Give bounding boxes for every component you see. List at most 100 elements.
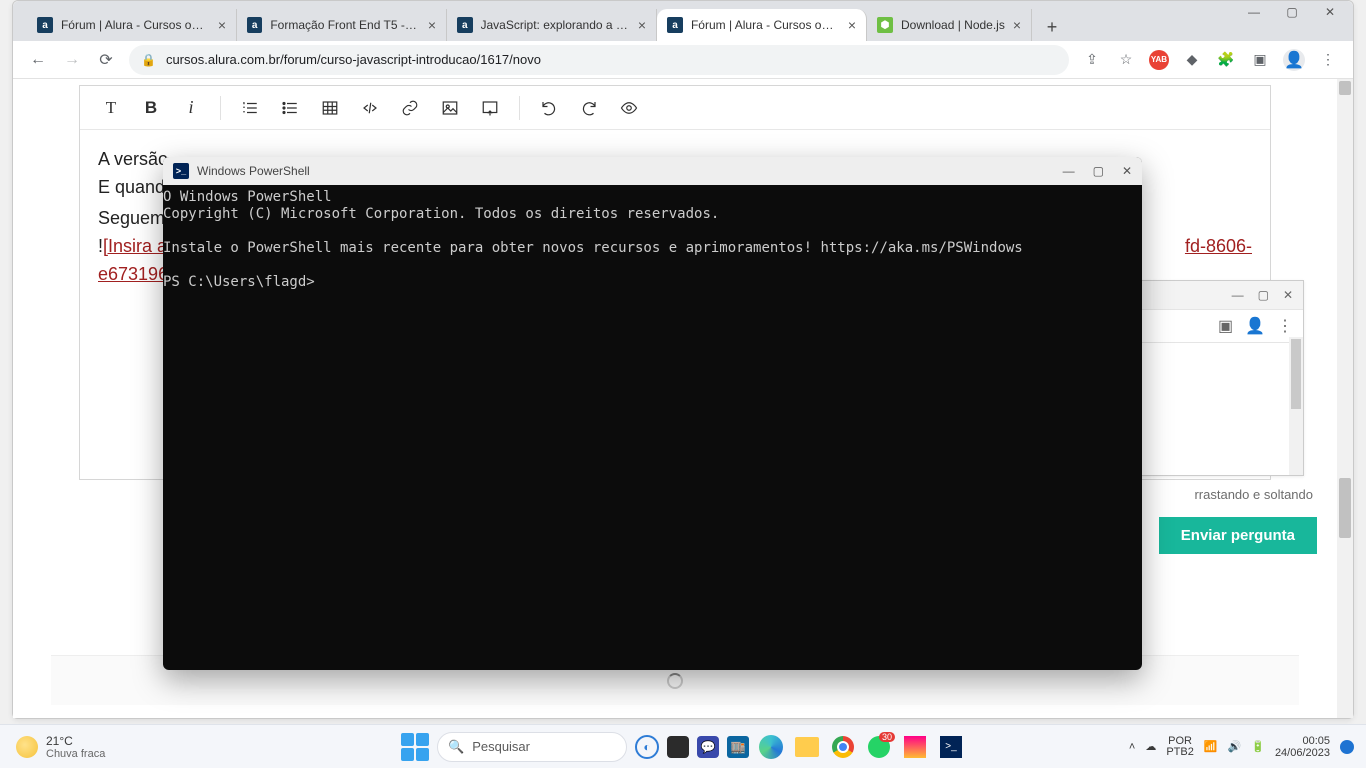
store-icon[interactable]: 🏬 bbox=[727, 736, 749, 758]
url-text: cursos.alura.com.br/forum/curso-javascri… bbox=[166, 52, 541, 67]
clock[interactable]: 00:05 24/06/2023 bbox=[1275, 735, 1330, 759]
bookmark-icon[interactable]: ☆ bbox=[1115, 49, 1137, 71]
link-icon[interactable] bbox=[393, 91, 427, 125]
back-button[interactable]: ← bbox=[21, 43, 55, 77]
ps-minimize-icon[interactable]: — bbox=[1063, 164, 1075, 178]
snipping-tool-icon[interactable] bbox=[901, 733, 929, 761]
inner-sidepanel-icon: ▣ bbox=[1218, 316, 1233, 336]
tab-close-icon[interactable]: × bbox=[218, 17, 226, 33]
copilot-icon[interactable]: ◐ bbox=[635, 735, 659, 759]
tab-alura-forum-active[interactable]: a Fórum | Alura - Cursos onlin × bbox=[657, 9, 867, 41]
preview-eye-icon[interactable] bbox=[612, 91, 646, 125]
window-close-icon[interactable]: ✕ bbox=[1321, 3, 1339, 21]
alura-favicon-icon: a bbox=[37, 17, 53, 33]
forward-button[interactable]: → bbox=[55, 43, 89, 77]
inner-scrollbar bbox=[1289, 337, 1303, 475]
search-placeholder: Pesquisar bbox=[472, 739, 530, 754]
tab-formacao[interactable]: a Formação Front End T5 - ON × bbox=[237, 9, 447, 41]
text-line: A versão bbox=[98, 149, 168, 169]
window-maximize-icon[interactable]: ▢ bbox=[1283, 3, 1301, 21]
profile-avatar-icon[interactable]: 👤 bbox=[1283, 49, 1305, 71]
wifi-icon[interactable]: 📶 bbox=[1204, 740, 1218, 753]
start-button[interactable] bbox=[401, 733, 429, 761]
tab-label: Formação Front End T5 - ON bbox=[270, 18, 419, 32]
weather-widget[interactable]: 21°C Chuva fraca bbox=[0, 734, 105, 760]
volume-icon[interactable]: 🔊 bbox=[1228, 740, 1242, 753]
address-bar: ← → ⟳ 🔒 cursos.alura.com.br/forum/curso-… bbox=[13, 41, 1353, 79]
url-input[interactable]: 🔒 cursos.alura.com.br/forum/curso-javasc… bbox=[129, 45, 1069, 75]
tray-overflow-icon[interactable]: ˄ bbox=[1129, 741, 1135, 753]
tab-label: Download | Node.js bbox=[901, 18, 1005, 32]
reload-button[interactable]: ⟳ bbox=[89, 43, 123, 77]
inner-menu-icon: ⋮ bbox=[1277, 316, 1293, 336]
window-minimize-icon[interactable]: — bbox=[1245, 3, 1263, 21]
onedrive-icon[interactable]: ☁ bbox=[1145, 740, 1156, 753]
chrome-menu-icon[interactable]: ⋮ bbox=[1317, 49, 1339, 71]
italic-icon[interactable]: i bbox=[174, 91, 208, 125]
powershell-titlebar[interactable]: >_ Windows PowerShell — ▢ ✕ bbox=[163, 157, 1142, 185]
share-icon[interactable]: ⇪ bbox=[1081, 49, 1103, 71]
powershell-window[interactable]: >_ Windows PowerShell — ▢ ✕ O Windows Po… bbox=[163, 157, 1142, 670]
sidepanel-icon[interactable]: ▣ bbox=[1249, 49, 1271, 71]
chat-icon[interactable]: 💬 bbox=[697, 736, 719, 758]
windows-taskbar: 21°C Chuva fraca 🔍 Pesquisar ◐ 💬 🏬 30 >_… bbox=[0, 724, 1366, 768]
editor-toolbar: T B i bbox=[80, 86, 1270, 130]
tab-close-icon[interactable]: × bbox=[1013, 17, 1021, 33]
task-view-icon[interactable] bbox=[667, 736, 689, 758]
alura-favicon-icon: a bbox=[457, 17, 473, 33]
battery-icon[interactable]: 🔋 bbox=[1251, 740, 1265, 753]
inner-max-icon: ▢ bbox=[1258, 288, 1269, 302]
whatsapp-icon[interactable]: 30 bbox=[865, 733, 893, 761]
image-link[interactable]: [Insira a bbox=[103, 236, 167, 256]
powershell-taskbar-icon[interactable]: >_ bbox=[937, 733, 965, 761]
weather-temp: 21°C bbox=[46, 734, 105, 748]
chrome-browser-icon[interactable] bbox=[829, 733, 857, 761]
page-scrollbar[interactable] bbox=[1337, 79, 1353, 718]
ps-close-icon[interactable]: ✕ bbox=[1122, 164, 1132, 178]
undo-icon[interactable] bbox=[532, 91, 566, 125]
tab-label: Fórum | Alura - Cursos onlin bbox=[61, 18, 210, 32]
file-explorer-icon[interactable] bbox=[793, 733, 821, 761]
unordered-list-icon[interactable] bbox=[273, 91, 307, 125]
table-icon[interactable] bbox=[313, 91, 347, 125]
heading-icon[interactable]: T bbox=[94, 91, 128, 125]
new-tab-button[interactable]: + bbox=[1038, 13, 1066, 41]
inner-close-icon: ✕ bbox=[1283, 288, 1293, 302]
powershell-terminal[interactable]: O Windows PowerShell Copyright (C) Micro… bbox=[163, 185, 1142, 291]
taskbar-search[interactable]: 🔍 Pesquisar bbox=[437, 732, 627, 762]
badge-count: 30 bbox=[879, 732, 895, 742]
search-icon: 🔍 bbox=[448, 739, 464, 755]
language-indicator[interactable]: POR PTB2 bbox=[1166, 736, 1194, 758]
scroll-button-up[interactable] bbox=[1339, 81, 1351, 95]
text-line: Seguem bbox=[98, 208, 165, 228]
alura-favicon-icon: a bbox=[247, 17, 262, 33]
toolbar-right-icons: ⇪ ☆ YAB ◆ 🧩 ▣ 👤 ⋮ bbox=[1075, 49, 1345, 71]
extensions-puzzle-icon[interactable]: 🧩 bbox=[1215, 49, 1237, 71]
submit-question-button[interactable]: Enviar pergunta bbox=[1159, 517, 1317, 554]
tab-close-icon[interactable]: × bbox=[638, 17, 646, 33]
weather-desc: Chuva fraca bbox=[46, 748, 105, 760]
time-text: 00:05 bbox=[1302, 735, 1330, 747]
ps-line: Copyright (C) Microsoft Corporation. Tod… bbox=[163, 206, 719, 222]
tab-close-icon[interactable]: × bbox=[848, 17, 856, 33]
lock-icon: 🔒 bbox=[141, 53, 156, 67]
extension-yab-icon[interactable]: YAB bbox=[1149, 50, 1169, 70]
ordered-list-icon[interactable] bbox=[233, 91, 267, 125]
window-controls: — ▢ ✕ bbox=[1239, 1, 1345, 23]
image-upload-icon[interactable] bbox=[473, 91, 507, 125]
image-icon[interactable] bbox=[433, 91, 467, 125]
tab-alura-forum-1[interactable]: a Fórum | Alura - Cursos onlin × bbox=[27, 9, 237, 41]
ps-maximize-icon[interactable]: ▢ bbox=[1093, 164, 1104, 178]
tab-javascript[interactable]: a JavaScript: explorando a ling × bbox=[447, 9, 657, 41]
loading-spinner-icon bbox=[667, 673, 683, 689]
redo-icon[interactable] bbox=[572, 91, 606, 125]
scroll-thumb[interactable] bbox=[1339, 478, 1351, 538]
edge-browser-icon[interactable] bbox=[757, 733, 785, 761]
extension-generic-icon[interactable]: ◆ bbox=[1181, 49, 1203, 71]
inner-avatar-icon: 👤 bbox=[1245, 316, 1265, 336]
bold-icon[interactable]: B bbox=[134, 91, 168, 125]
tab-close-icon[interactable]: × bbox=[428, 17, 436, 33]
code-icon[interactable] bbox=[353, 91, 387, 125]
notifications-icon[interactable] bbox=[1340, 740, 1354, 754]
tab-nodejs[interactable]: ⬢ Download | Node.js × bbox=[867, 9, 1032, 41]
